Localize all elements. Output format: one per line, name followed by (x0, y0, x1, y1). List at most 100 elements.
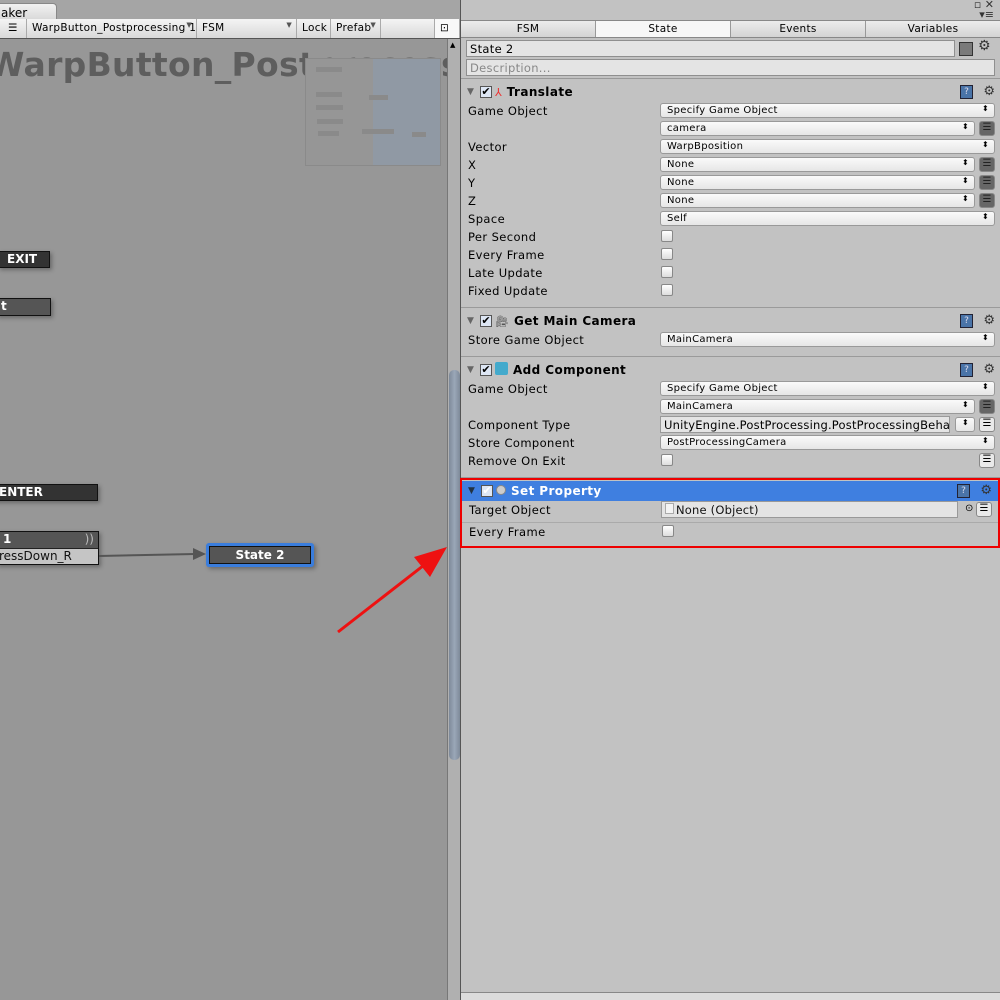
variable-toggle-button[interactable]: ☰ (976, 502, 992, 517)
component-type-input[interactable]: UnityEngine.PostProcessing.PostProcessin… (660, 416, 950, 433)
scroll-up-icon[interactable]: ▲ (450, 41, 455, 49)
action-title: Translate (506, 85, 573, 99)
action-enabled-checkbox[interactable]: ✔ (481, 485, 493, 497)
field-row-fixed-update: Fixed Update (461, 282, 1000, 300)
store-component-dropdown[interactable]: PostProcessingCamera ⬍ (660, 435, 995, 450)
z-dropdown[interactable]: None ⬍ (660, 193, 975, 208)
y-dropdown[interactable]: None ⬍ (660, 175, 975, 190)
tab-state[interactable]: State (596, 21, 731, 37)
object-picker-icon[interactable]: ⊙ (965, 503, 973, 514)
description-input[interactable]: Description... (466, 59, 995, 76)
field-label: Per Second (468, 230, 537, 244)
game-object-dropdown[interactable]: Specify Game Object ⬍ (660, 381, 995, 396)
transition-line (98, 553, 196, 557)
tab-fsm[interactable]: FSM (461, 21, 596, 37)
cube-icon (495, 362, 508, 378)
action-enabled-checkbox[interactable]: ✔ (480, 315, 492, 327)
action-translate: ▼ ✔ ⅄ Translate ? ⚙ Game Object Specify Ga… (461, 79, 1000, 308)
camera-icon: 🎥︎ (495, 314, 509, 328)
inspector-footer (461, 992, 1000, 1000)
action-settings-gear-icon[interactable]: ⚙ (983, 362, 995, 377)
action-enabled-checkbox[interactable]: ✔ (480, 86, 492, 98)
minimap-toggle-icon[interactable]: ⊡ (434, 19, 460, 38)
fsm-select-dropdown[interactable]: FSM ▼ (197, 19, 297, 38)
dropdown-value: PostProcessingCamera (667, 437, 787, 448)
state-2-node[interactable]: State 2 (206, 543, 314, 567)
action-header[interactable]: ▼ ✔ ⅄ Translate ? ⚙ (461, 82, 1000, 102)
state-color-swatch[interactable] (959, 42, 973, 56)
action-header[interactable]: ▼ ✔ Add Component ? ⚙ (461, 360, 1000, 380)
late-update-checkbox[interactable] (661, 266, 673, 278)
vector-dropdown[interactable]: WarpBposition ⬍ (660, 139, 995, 154)
field-row-value: camera ⬍ ☰ (461, 120, 1000, 138)
updown-icon: ⬍ (961, 194, 969, 203)
inspector-tabs: FSM State Events Variables (461, 20, 1000, 38)
action-header[interactable]: ▼ ✔ 🎥︎ Get Main Camera ? ⚙ (461, 311, 1000, 331)
lock-button[interactable]: Lock (297, 19, 331, 38)
variable-toggle-button[interactable]: ☰ (979, 417, 995, 432)
per-second-checkbox[interactable] (661, 230, 673, 242)
dropdown-value: Specify Game Object (667, 105, 778, 116)
actions-list: ▼ ✔ ⅄ Translate ? ⚙ Game Object Specify Ga… (460, 78, 1000, 548)
help-book-icon[interactable]: ? (960, 314, 973, 328)
variable-toggle-button[interactable]: ☰ (979, 453, 995, 468)
updown-icon: ⬍ (961, 418, 969, 427)
variable-toggle-button[interactable]: ☰ (979, 175, 995, 190)
game-object-dropdown[interactable]: Specify Game Object ⬍ (660, 103, 995, 118)
field-row-z: Z None ⬍ ☰ (461, 192, 1000, 210)
field-row-every-frame: Every Frame (462, 522, 998, 542)
action-enabled-checkbox[interactable]: ✔ (480, 364, 492, 376)
field-row-y: Y None ⬍ ☰ (461, 174, 1000, 192)
variable-toggle-button[interactable]: ☰ (979, 193, 995, 208)
help-book-icon[interactable]: ? (960, 363, 973, 377)
value-dropdown[interactable]: MainCamera ⬍ (660, 399, 975, 414)
state-name-input[interactable]: State 2 (466, 40, 955, 57)
fsm-graph-canvas[interactable]: WarpButton_Postprocessing EXIT t ENTER 1… (0, 39, 447, 1000)
help-book-icon[interactable]: ? (957, 484, 970, 498)
state-settings-gear-icon[interactable]: ⚙ (978, 38, 991, 54)
annotation-arrow-line (337, 560, 429, 634)
variable-toggle-button[interactable]: ☰ (979, 121, 995, 136)
prefab-dropdown[interactable]: Prefab ▼ (331, 19, 381, 38)
collapse-triangle-icon[interactable]: ▼ (468, 486, 478, 496)
action-title: Get Main Camera (513, 314, 637, 328)
fsm-toolbar: ☰ WarpButton_Postprocessing 1 ▼ FSM ▼ Lock… (0, 19, 460, 39)
field-row-space: Space Self ⬍ (461, 210, 1000, 228)
collapse-triangle-icon[interactable]: ▼ (467, 87, 477, 97)
fixed-update-checkbox[interactable] (661, 284, 673, 296)
tab-events[interactable]: Events (731, 21, 866, 37)
axis-icon: ⅄ (495, 85, 502, 99)
action-settings-gear-icon[interactable]: ⚙ (983, 84, 995, 99)
field-label: Vector (468, 140, 508, 154)
scrollbar-thumb[interactable] (449, 370, 460, 760)
field-label: Target Object (469, 503, 551, 517)
component-type-dropdown[interactable]: ⬍ (955, 417, 975, 432)
dropdown-value: camera (667, 123, 707, 134)
action-settings-gear-icon[interactable]: ⚙ (980, 483, 992, 498)
space-dropdown[interactable]: Self ⬍ (660, 211, 995, 226)
field-label: Every Frame (469, 525, 546, 539)
action-title: Add Component (513, 363, 627, 377)
remove-on-exit-checkbox[interactable] (661, 454, 673, 466)
variable-toggle-button[interactable]: ☰ (979, 157, 995, 172)
value-dropdown[interactable]: camera ⬍ (660, 121, 975, 136)
store-game-object-dropdown[interactable]: MainCamera ⬍ (660, 332, 995, 347)
menu-icon[interactable]: ☰ (0, 19, 27, 38)
fsm-owner-dropdown[interactable]: WarpButton_Postprocessing 1 ▼ (27, 19, 197, 38)
graph-scrollbar[interactable]: ▲ (447, 39, 460, 1000)
editor-window-tab[interactable]: aker (0, 3, 57, 20)
collapse-triangle-icon[interactable]: ▼ (467, 316, 477, 326)
help-book-icon[interactable]: ? (960, 85, 973, 99)
collapse-triangle-icon[interactable]: ▼ (467, 365, 477, 375)
field-row-per-second: Per Second (461, 228, 1000, 246)
target-object-object-field[interactable]: None (Object) (661, 501, 958, 518)
tab-variables[interactable]: Variables (866, 21, 1000, 37)
action-settings-gear-icon[interactable]: ⚙ (983, 313, 995, 328)
every-frame-checkbox[interactable] (662, 525, 674, 537)
every-frame-checkbox[interactable] (661, 248, 673, 260)
variable-toggle-button[interactable]: ☰ (979, 399, 995, 414)
x-dropdown[interactable]: None ⬍ (660, 157, 975, 172)
action-header[interactable]: ▼ ✔ Set Property ? ⚙ (462, 481, 998, 501)
field-row-store-game-object: Store Game Object MainCamera ⬍ (461, 331, 1000, 349)
field-row-remove-on-exit: Remove On Exit ☰ (461, 452, 1000, 470)
